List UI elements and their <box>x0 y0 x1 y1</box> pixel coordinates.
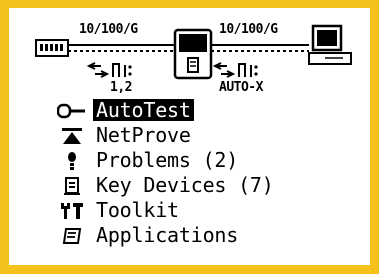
device-bezel: 10/100/G 10/100/G 1,2 AUTO-X AutoTest Ne… <box>0 0 379 274</box>
menu-item-key-devices[interactable]: Key Devices (7) <box>57 173 357 198</box>
left-link-speed: 10/100/G <box>79 22 138 37</box>
netprove-icon <box>57 125 87 147</box>
menu-item-label: Key Devices (7) <box>96 173 274 197</box>
main-menu: AutoTest NetProve Problems (2) Key Devic… <box>57 98 357 248</box>
computer-icon <box>308 24 352 65</box>
menu-item-label: Toolkit <box>96 198 179 222</box>
toolkit-icon <box>57 200 87 222</box>
menu-item-problems[interactable]: Problems (2) <box>57 148 357 173</box>
left-port-label: 1,2 <box>110 80 132 95</box>
right-link-cable <box>211 44 309 52</box>
key-devices-icon <box>57 175 87 197</box>
right-link-speed: 10/100/G <box>219 22 278 37</box>
display-screen: 10/100/G 10/100/G 1,2 AUTO-X AutoTest Ne… <box>9 8 370 265</box>
menu-item-label: NetProve <box>96 123 191 147</box>
autotest-icon <box>57 100 87 122</box>
menu-item-label: AutoTest <box>93 99 194 121</box>
left-link-status-icon <box>86 62 132 78</box>
menu-item-netprove[interactable]: NetProve <box>57 123 357 148</box>
link-diagram: 10/100/G 10/100/G 1,2 AUTO-X <box>9 8 370 108</box>
link-diagram-graphics <box>35 24 352 80</box>
menu-item-applications[interactable]: Applications <box>57 223 357 248</box>
right-link-status-icon <box>212 62 258 78</box>
left-link-cable <box>68 44 175 52</box>
menu-item-label: Applications <box>96 223 239 247</box>
applications-icon <box>57 225 87 247</box>
right-port-label: AUTO-X <box>219 80 263 95</box>
menu-item-autotest[interactable]: AutoTest <box>57 98 357 123</box>
switch-icon <box>35 39 69 57</box>
tester-icon <box>173 28 213 80</box>
menu-item-toolkit[interactable]: Toolkit <box>57 198 357 223</box>
menu-item-label: Problems (2) <box>96 148 239 172</box>
problems-icon <box>57 150 87 172</box>
